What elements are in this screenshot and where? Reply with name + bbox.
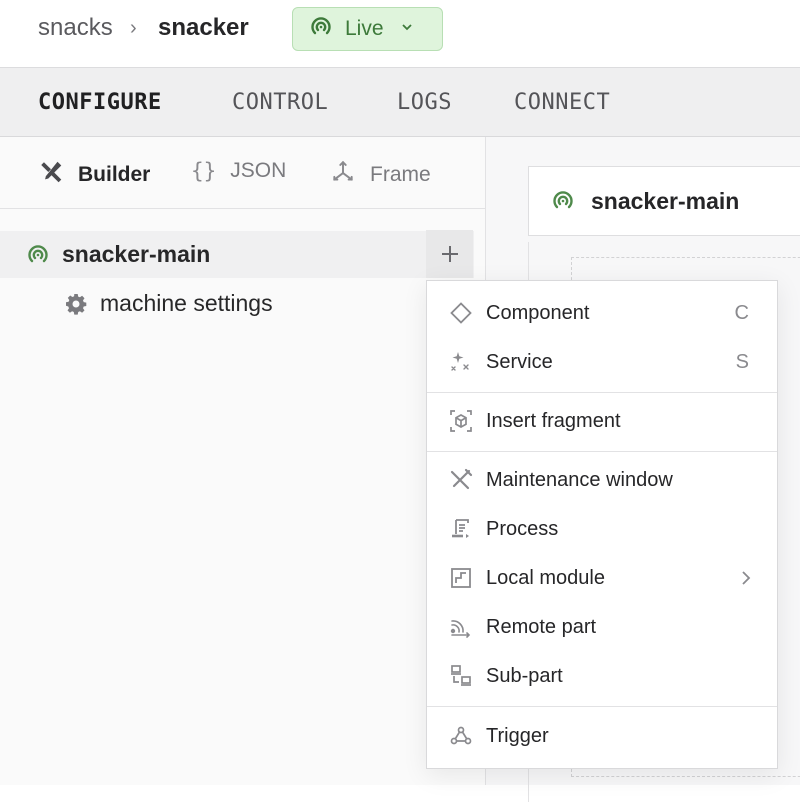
breadcrumb-org[interactable]: snacks [38,14,113,42]
chevron-down-icon [400,20,414,39]
add-resource-button[interactable] [426,230,473,278]
tree-item-machine-settings[interactable]: machine settings [0,280,474,327]
canvas-part-name: snacker-main [591,187,740,214]
online-signal-icon [309,15,333,44]
menu-item-local-module[interactable]: Local module [427,556,777,600]
live-status-dropdown[interactable]: Live [292,7,443,51]
menu-item-component[interactable]: Component C [427,291,777,335]
menu-item-label: Sub-part [486,664,563,687]
menu-item-label: Remote part [486,615,597,638]
webhook-icon [449,724,473,748]
shortcut-hint: C [734,301,749,324]
canvas-part-card[interactable]: snacker-main [528,166,800,236]
menu-item-label: Component [486,301,590,324]
tab-configure[interactable]: CONFIGURE [38,90,162,115]
menu-item-service[interactable]: Service S [427,340,777,384]
menu-item-insert-fragment[interactable]: Insert fragment [427,399,777,443]
add-resource-menu: Component C Service S Insert fragment Ma… [426,280,778,769]
tools-icon [38,159,78,191]
tree-item-root-part[interactable]: snacker-main [0,231,474,278]
mode-switcher: Builder {} JSON Frame [0,137,485,209]
module-icon [449,566,473,590]
diamond-icon [449,301,473,325]
shortcut-hint: S [735,350,749,373]
menu-item-sub-part[interactable]: Sub-part [427,654,777,698]
online-signal-icon [551,189,575,213]
axes-icon [330,159,370,191]
top-bar: snacks › snacker Live [0,0,800,68]
menu-item-label: Process [486,517,559,540]
mode-json[interactable]: {} JSON [191,159,286,183]
mode-builder[interactable]: Builder [38,159,150,191]
menu-item-label: Insert fragment [486,409,621,432]
mode-frame[interactable]: Frame [330,159,431,191]
menu-item-label: Local module [486,566,605,589]
mode-frame-label: Frame [370,163,431,186]
sub-part-icon [449,664,473,688]
menu-divider [427,451,777,452]
menu-item-label: Trigger [486,724,549,747]
root-part-name: snacker-main [62,241,211,267]
breadcrumb-machine: snacker [158,14,249,41]
chevron-right-icon [739,568,753,593]
mode-builder-label: Builder [78,163,151,186]
menu-item-label: Maintenance window [486,468,673,491]
plus-icon [441,246,458,262]
gear-icon [64,292,88,316]
menu-item-process[interactable]: Process [427,507,777,551]
remote-signal-icon [449,615,473,639]
menu-divider [427,392,777,393]
tab-logs[interactable]: LOGS [397,90,452,115]
machine-settings-label: machine settings [100,290,273,316]
script-icon [449,517,473,541]
mode-json-label: JSON [230,159,287,182]
live-status-label: Live [345,17,384,40]
hammer-wrench-icon [449,468,473,492]
menu-item-label: Service [486,350,553,373]
menu-item-trigger[interactable]: Trigger [427,714,777,758]
main-tabs: CONFIGURE CONTROL LOGS CONNECT [0,68,800,137]
tab-control[interactable]: CONTROL [232,90,328,115]
tab-connect[interactable]: CONNECT [514,90,610,115]
fragment-cube-icon [449,409,473,433]
menu-item-maintenance-window[interactable]: Maintenance window [427,458,777,502]
online-signal-icon [26,243,50,267]
menu-item-remote-part[interactable]: Remote part [427,605,777,649]
menu-divider [427,706,777,707]
config-sidebar: Builder {} JSON Frame snacker-main machi… [0,137,486,785]
braces-icon: {} [191,159,217,183]
sparkle-icon [449,350,473,374]
breadcrumb-separator: › [130,17,137,39]
